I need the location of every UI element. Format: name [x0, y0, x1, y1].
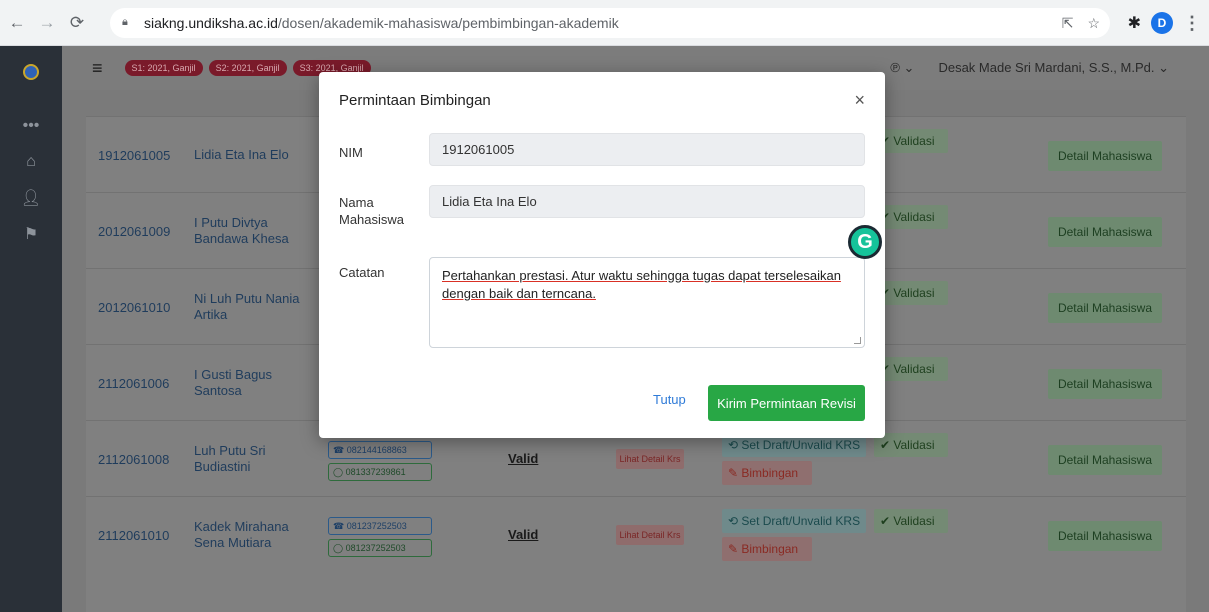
nim-cell: 2012061009: [98, 223, 171, 239]
student-name-link[interactable]: I Putu Divtya Bandawa Khesa: [194, 193, 314, 269]
catatan-textarea[interactable]: Pertahankan prestasi. Atur waktu sehingg…: [429, 257, 865, 348]
nim-cell: 2012061010: [98, 299, 171, 315]
home-icon[interactable]: ⌂: [0, 144, 62, 180]
detail-mahasiswa-button[interactable]: Detail Mahasiswa: [1048, 445, 1162, 475]
nim-cell: 2112061006: [98, 375, 170, 391]
whatsapp-link[interactable]: ◯ 081337239861: [328, 463, 432, 481]
student-name-link[interactable]: Ni Luh Putu Nania Artika: [194, 269, 314, 345]
flag-icon[interactable]: ⚑: [0, 216, 62, 252]
detail-mahasiswa-button[interactable]: Detail Mahasiswa: [1048, 369, 1162, 399]
bimbingan-button[interactable]: ✎ Bimbingan: [722, 537, 812, 561]
semester-badge[interactable]: S1: 2021, Ganjil: [124, 60, 203, 76]
chrome-menu-icon[interactable]: ⋮: [1183, 13, 1201, 34]
catatan-text: Pertahankan prestasi. Atur waktu sehingg…: [442, 268, 841, 301]
more-dots-icon[interactable]: •••: [0, 108, 62, 144]
validasi-button[interactable]: ✔ Validasi: [874, 281, 948, 305]
tutup-button[interactable]: Tutup: [653, 392, 686, 407]
student-icon[interactable]: 👤︎: [0, 180, 62, 216]
url-path: /dosen/akademik-mahasiswa/pembimbingan-a…: [277, 15, 619, 31]
validasi-button[interactable]: ✔ Validasi: [874, 357, 948, 381]
bookmark-star-icon[interactable]: ☆: [1087, 15, 1100, 32]
url-host: siakng.undiksha.ac.id: [144, 15, 278, 31]
permintaan-bimbingan-modal: Permintaan Bimbingan × NIM 1912061005 Na…: [319, 72, 885, 438]
phone-link[interactable]: ☎ 081237252503: [328, 517, 432, 535]
validasi-button[interactable]: ✔ Validasi: [874, 433, 948, 457]
krs-status: Valid: [508, 527, 539, 542]
profile-avatar[interactable]: D: [1151, 12, 1173, 34]
lihat-detail-krs-button[interactable]: Lihat Detail Krs: [616, 525, 684, 545]
krs-status: Valid: [508, 451, 539, 466]
nim-cell: 1912061005: [98, 147, 171, 163]
detail-mahasiswa-button[interactable]: Detail Mahasiswa: [1048, 141, 1162, 171]
semester-badge[interactable]: S2: 2021, Ganjil: [208, 60, 287, 76]
validasi-button[interactable]: ✔ Validasi: [874, 129, 948, 153]
student-name-link[interactable]: Luh Putu Sri Budiastini: [194, 421, 314, 497]
browser-toolbar: ← → ⟳ 🔒︎ siakng.undiksha.ac.id/dosen/aka…: [0, 0, 1209, 46]
detail-mahasiswa-button[interactable]: Detail Mahasiswa: [1048, 293, 1162, 323]
hamburger-menu-icon[interactable]: ≡: [92, 58, 103, 79]
user-name: Desak Made Sri Mardani, S.S., M.Pd.: [938, 60, 1155, 75]
table-row: 2112061010 Kadek Mirahana Sena Mutiara ☎…: [86, 496, 1186, 612]
reload-icon[interactable]: ⟳: [64, 10, 90, 36]
student-name-link[interactable]: Kadek Mirahana Sena Mutiara: [194, 497, 314, 573]
set-draft-button[interactable]: ⟲ Set Draft/Unvalid KRS: [722, 509, 866, 533]
student-name-link[interactable]: I Gusti Bagus Santosa: [194, 345, 314, 421]
nama-label: Nama Mahasiswa: [339, 195, 405, 227]
language-icon[interactable]: ℗ ⌄: [890, 60, 914, 76]
forward-icon[interactable]: →: [34, 10, 60, 36]
validasi-button[interactable]: ✔ Validasi: [874, 509, 948, 533]
nama-field[interactable]: Lidia Eta Ina Elo: [429, 185, 865, 218]
nim-label: NIM: [339, 145, 363, 160]
address-bar[interactable]: 🔒︎ siakng.undiksha.ac.id/dosen/akademik-…: [110, 8, 1110, 38]
extensions-icon[interactable]: ✱: [1128, 13, 1141, 33]
close-icon[interactable]: ×: [854, 90, 865, 111]
whatsapp-link[interactable]: ◯ 081237252503: [328, 539, 432, 557]
bimbingan-button[interactable]: ✎ Bimbingan: [722, 461, 812, 485]
lock-icon: 🔒︎: [122, 16, 128, 28]
nim-cell: 2112061008: [98, 451, 170, 467]
nim-field[interactable]: 1912061005: [429, 133, 865, 166]
nim-cell: 2112061010: [98, 527, 170, 543]
modal-title: Permintaan Bimbingan: [339, 92, 491, 109]
catatan-label: Catatan: [339, 265, 385, 280]
share-icon[interactable]: ⇱: [1062, 15, 1074, 32]
university-logo-icon[interactable]: [0, 46, 62, 98]
back-icon[interactable]: ←: [4, 10, 30, 36]
detail-mahasiswa-button[interactable]: Detail Mahasiswa: [1048, 217, 1162, 247]
grammarly-icon[interactable]: G: [848, 225, 882, 259]
lihat-detail-krs-button[interactable]: Lihat Detail Krs: [616, 449, 684, 469]
student-name-link[interactable]: Lidia Eta Ina Elo: [194, 117, 314, 193]
phone-link[interactable]: ☎ 082144168863: [328, 441, 432, 459]
kirim-permintaan-revisi-button[interactable]: Kirim Permintaan Revisi: [708, 385, 865, 421]
resize-handle[interactable]: [854, 337, 861, 344]
sidebar: ••• ⌂ 👤︎ ⚑: [0, 46, 62, 612]
validasi-button[interactable]: ✔ Validasi: [874, 205, 948, 229]
detail-mahasiswa-button[interactable]: Detail Mahasiswa: [1048, 521, 1162, 551]
user-menu[interactable]: Desak Made Sri Mardani, S.S., M.Pd. ⌄: [938, 60, 1169, 76]
